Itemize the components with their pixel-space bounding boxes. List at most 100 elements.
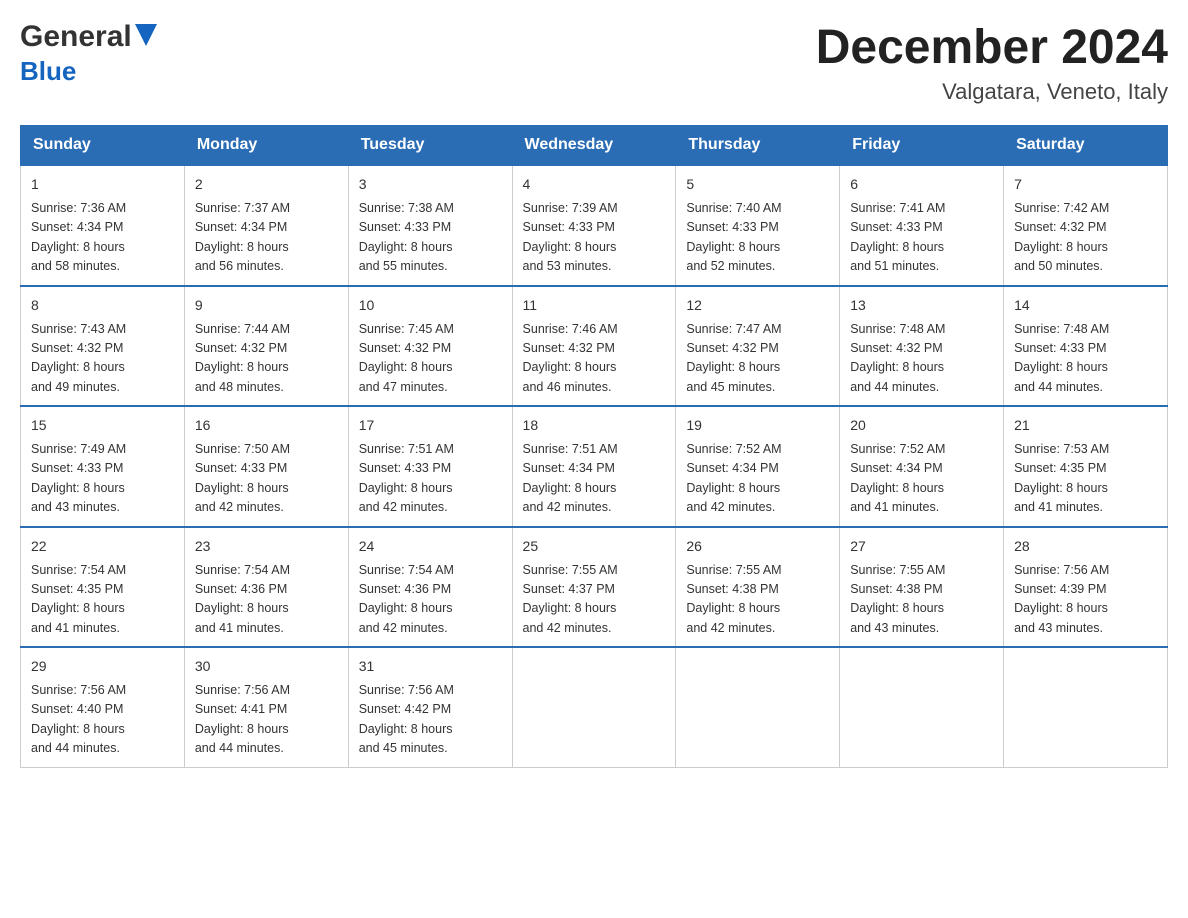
day-info: Sunrise: 7:55 AMSunset: 4:37 PMDaylight:… xyxy=(523,561,666,639)
day-info: Sunrise: 7:52 AMSunset: 4:34 PMDaylight:… xyxy=(686,440,829,518)
day-info: Sunrise: 7:56 AMSunset: 4:39 PMDaylight:… xyxy=(1014,561,1157,639)
day-info: Sunrise: 7:41 AMSunset: 4:33 PMDaylight:… xyxy=(850,199,993,277)
day-number: 1 xyxy=(31,174,174,195)
main-title: December 2024 xyxy=(816,20,1168,75)
day-number: 27 xyxy=(850,536,993,557)
day-info: Sunrise: 7:45 AMSunset: 4:32 PMDaylight:… xyxy=(359,320,502,398)
calendar-week-row: 15 Sunrise: 7:49 AMSunset: 4:33 PMDayligh… xyxy=(21,406,1168,527)
day-number: 24 xyxy=(359,536,502,557)
table-row: 17Sunrise: 7:51 AMSunset: 4:33 PMDayligh… xyxy=(348,406,512,527)
header-friday: Friday xyxy=(840,126,1004,166)
table-row xyxy=(676,647,840,767)
header-monday: Monday xyxy=(184,126,348,166)
table-row xyxy=(512,647,676,767)
table-row: 6 Sunrise: 7:41 AMSunset: 4:33 PMDaylight… xyxy=(840,165,1004,286)
day-number: 14 xyxy=(1014,295,1157,316)
table-row: 13Sunrise: 7:48 AMSunset: 4:32 PMDayligh… xyxy=(840,286,1004,407)
table-row: 30 Sunrise: 7:56 AMSunset: 4:41 PMDayligh… xyxy=(184,647,348,767)
calendar-header-row: Sunday Monday Tuesday Wednesday Thursday… xyxy=(21,126,1168,166)
calendar-table: Sunday Monday Tuesday Wednesday Thursday… xyxy=(20,125,1168,768)
table-row: 26Sunrise: 7:55 AMSunset: 4:38 PMDayligh… xyxy=(676,527,840,648)
day-info: Sunrise: 7:50 AMSunset: 4:33 PMDaylight:… xyxy=(195,440,338,518)
day-number: 11 xyxy=(523,295,666,316)
day-number: 15 xyxy=(31,415,174,436)
day-info: Sunrise: 7:55 AMSunset: 4:38 PMDaylight:… xyxy=(850,561,993,639)
table-row: 21Sunrise: 7:53 AMSunset: 4:35 PMDayligh… xyxy=(1004,406,1168,527)
day-info: Sunrise: 7:56 AMSunset: 4:40 PMDaylight:… xyxy=(31,681,174,759)
day-number: 30 xyxy=(195,656,338,677)
day-info: Sunrise: 7:54 AMSunset: 4:36 PMDaylight:… xyxy=(195,561,338,639)
logo: General Blue xyxy=(20,20,157,87)
page-header: General Blue December 2024 Valgatara, Ve… xyxy=(20,20,1168,105)
day-number: 29 xyxy=(31,656,174,677)
table-row: 18Sunrise: 7:51 AMSunset: 4:34 PMDayligh… xyxy=(512,406,676,527)
header-thursday: Thursday xyxy=(676,126,840,166)
day-number: 6 xyxy=(850,174,993,195)
day-info: Sunrise: 7:47 AMSunset: 4:32 PMDaylight:… xyxy=(686,320,829,398)
table-row: 4Sunrise: 7:39 AMSunset: 4:33 PMDaylight… xyxy=(512,165,676,286)
day-info: Sunrise: 7:36 AMSunset: 4:34 PMDaylight:… xyxy=(31,199,174,277)
calendar-week-row: 29 Sunrise: 7:56 AMSunset: 4:40 PMDayligh… xyxy=(21,647,1168,767)
table-row: 1 Sunrise: 7:36 AMSunset: 4:34 PMDaylight… xyxy=(21,165,185,286)
logo-blue: Blue xyxy=(20,56,76,86)
table-row: 28Sunrise: 7:56 AMSunset: 4:39 PMDayligh… xyxy=(1004,527,1168,648)
calendar-week-row: 22 Sunrise: 7:54 AMSunset: 4:35 PMDayligh… xyxy=(21,527,1168,648)
day-info: Sunrise: 7:37 AMSunset: 4:34 PMDaylight:… xyxy=(195,199,338,277)
day-number: 2 xyxy=(195,174,338,195)
day-number: 25 xyxy=(523,536,666,557)
day-info: Sunrise: 7:51 AMSunset: 4:33 PMDaylight:… xyxy=(359,440,502,518)
day-info: Sunrise: 7:54 AMSunset: 4:36 PMDaylight:… xyxy=(359,561,502,639)
table-row: 24 Sunrise: 7:54 AMSunset: 4:36 PMDayligh… xyxy=(348,527,512,648)
calendar-week-row: 8 Sunrise: 7:43 AMSunset: 4:32 PMDaylight… xyxy=(21,286,1168,407)
day-info: Sunrise: 7:54 AMSunset: 4:35 PMDaylight:… xyxy=(31,561,174,639)
table-row: 7Sunrise: 7:42 AMSunset: 4:32 PMDaylight… xyxy=(1004,165,1168,286)
day-info: Sunrise: 7:53 AMSunset: 4:35 PMDaylight:… xyxy=(1014,440,1157,518)
day-number: 8 xyxy=(31,295,174,316)
table-row: 15 Sunrise: 7:49 AMSunset: 4:33 PMDayligh… xyxy=(21,406,185,527)
table-row xyxy=(840,647,1004,767)
subtitle: Valgatara, Veneto, Italy xyxy=(816,79,1168,105)
day-number: 7 xyxy=(1014,174,1157,195)
logo-general: General xyxy=(20,20,132,54)
day-info: Sunrise: 7:44 AMSunset: 4:32 PMDaylight:… xyxy=(195,320,338,398)
day-number: 3 xyxy=(359,174,502,195)
header-saturday: Saturday xyxy=(1004,126,1168,166)
day-info: Sunrise: 7:52 AMSunset: 4:34 PMDaylight:… xyxy=(850,440,993,518)
day-number: 31 xyxy=(359,656,502,677)
day-number: 9 xyxy=(195,295,338,316)
day-number: 10 xyxy=(359,295,502,316)
table-row: 20Sunrise: 7:52 AMSunset: 4:34 PMDayligh… xyxy=(840,406,1004,527)
table-row: 10 Sunrise: 7:45 AMSunset: 4:32 PMDayligh… xyxy=(348,286,512,407)
table-row: 3 Sunrise: 7:38 AMSunset: 4:33 PMDaylight… xyxy=(348,165,512,286)
header-tuesday: Tuesday xyxy=(348,126,512,166)
calendar-week-row: 1 Sunrise: 7:36 AMSunset: 4:34 PMDaylight… xyxy=(21,165,1168,286)
day-number: 5 xyxy=(686,174,829,195)
logo-triangle-icon xyxy=(135,24,157,46)
table-row xyxy=(1004,647,1168,767)
table-row: 29 Sunrise: 7:56 AMSunset: 4:40 PMDayligh… xyxy=(21,647,185,767)
day-info: Sunrise: 7:40 AMSunset: 4:33 PMDaylight:… xyxy=(686,199,829,277)
day-info: Sunrise: 7:55 AMSunset: 4:38 PMDaylight:… xyxy=(686,561,829,639)
table-row: 12 Sunrise: 7:47 AMSunset: 4:32 PMDayligh… xyxy=(676,286,840,407)
table-row: 2 Sunrise: 7:37 AMSunset: 4:34 PMDaylight… xyxy=(184,165,348,286)
day-number: 12 xyxy=(686,295,829,316)
table-row: 23 Sunrise: 7:54 AMSunset: 4:36 PMDayligh… xyxy=(184,527,348,648)
day-info: Sunrise: 7:56 AMSunset: 4:41 PMDaylight:… xyxy=(195,681,338,759)
day-info: Sunrise: 7:43 AMSunset: 4:32 PMDaylight:… xyxy=(31,320,174,398)
table-row: 5 Sunrise: 7:40 AMSunset: 4:33 PMDaylight… xyxy=(676,165,840,286)
day-number: 22 xyxy=(31,536,174,557)
table-row: 11 Sunrise: 7:46 AMSunset: 4:32 PMDayligh… xyxy=(512,286,676,407)
header-sunday: Sunday xyxy=(21,126,185,166)
day-info: Sunrise: 7:46 AMSunset: 4:32 PMDaylight:… xyxy=(523,320,666,398)
day-number: 19 xyxy=(686,415,829,436)
table-row: 8 Sunrise: 7:43 AMSunset: 4:32 PMDaylight… xyxy=(21,286,185,407)
day-info: Sunrise: 7:38 AMSunset: 4:33 PMDaylight:… xyxy=(359,199,502,277)
table-row: 14 Sunrise: 7:48 AMSunset: 4:33 PMDayligh… xyxy=(1004,286,1168,407)
day-info: Sunrise: 7:49 AMSunset: 4:33 PMDaylight:… xyxy=(31,440,174,518)
table-row: 25 Sunrise: 7:55 AMSunset: 4:37 PMDayligh… xyxy=(512,527,676,648)
header-wednesday: Wednesday xyxy=(512,126,676,166)
table-row: 31Sunrise: 7:56 AMSunset: 4:42 PMDayligh… xyxy=(348,647,512,767)
day-info: Sunrise: 7:48 AMSunset: 4:33 PMDaylight:… xyxy=(1014,320,1157,398)
day-number: 18 xyxy=(523,415,666,436)
day-number: 23 xyxy=(195,536,338,557)
